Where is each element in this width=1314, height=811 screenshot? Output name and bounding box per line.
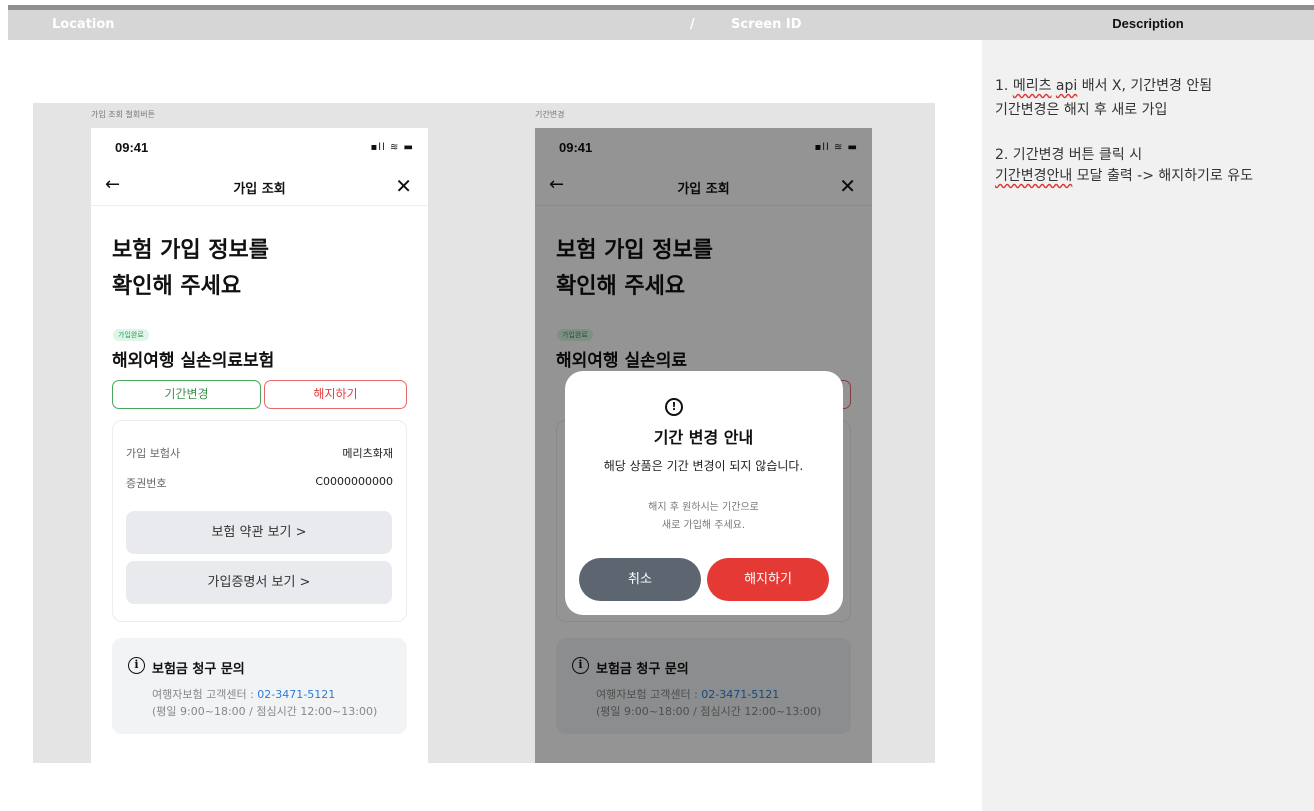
spec-page: Location / Screen ID Description 1. 메리츠 … <box>0 0 1314 811</box>
description-line-2: 기간변경은 해지 후 새로 가입 <box>995 102 1168 118</box>
modal-terminate-button[interactable]: 해지하기 <box>707 558 829 601</box>
period-change-button[interactable]: 기간변경 <box>112 380 261 409</box>
description-line-3: 2. 기간변경 버튼 클릭 시 <box>995 147 1143 163</box>
claim-info-line-2: (평일 9:00~18:00 / 점심시간 12:00~13:00) <box>152 705 378 718</box>
modal-sub-line-1: 해지 후 원하시는 기간으로 <box>648 502 759 513</box>
description-line-4: 기간변경안내 모달 출력 -> 해지하기로 유도 <box>995 168 1253 184</box>
description-line-1: 1. 메리츠 api 배서 X, 기간변경 안됨 <box>995 78 1213 94</box>
modal-title: 기간 변경 안내 <box>653 428 754 447</box>
product-name: 해외여행 실손의료보험 <box>112 351 275 371</box>
location-label: Location <box>52 17 115 32</box>
modal-description: 해당 상품은 기간 변경이 되지 않습니다. <box>603 459 804 473</box>
nav-divider <box>91 205 428 206</box>
modal-sub-line-2: 새로 가입해 주세요. <box>661 520 746 531</box>
close-icon[interactable]: ✕ <box>395 174 412 198</box>
claim-info-line-1: 여행자보험 고객센터 : 02-3471-5121 <box>152 688 336 701</box>
headline-line-2: 확인해 주세요 <box>112 274 242 299</box>
status-icons: ▪ll ≋ ▬ <box>370 142 414 153</box>
policy-number-label: 증권번호 <box>126 477 167 490</box>
view-terms-button[interactable]: 보험 약관 보기 > <box>126 511 392 554</box>
alert-icon: ! <box>665 398 683 416</box>
insurer-label: 가입 보험사 <box>126 447 181 460</box>
phone-screen-inquiry: 09:41 ▪ll ≋ ▬ ← 가입 조회 ✕ 보험 가입 정보를 확인해 주세… <box>91 128 428 763</box>
view-certificate-button[interactable]: 가입증명서 보기 > <box>126 561 392 604</box>
status-badge: 가입완료 <box>113 329 149 341</box>
description-label: Description <box>1112 16 1184 31</box>
header-slash: / <box>690 17 695 32</box>
nav-title: 가입 조회 <box>233 182 286 197</box>
header-bar-left <box>8 10 982 40</box>
claim-info-title: 보험금 청구 문의 <box>152 662 245 677</box>
caption-screen-2: 기간변경 <box>535 110 565 119</box>
info-icon: i <box>128 657 145 674</box>
insurer-value: 메리츠화재 <box>342 447 393 460</box>
phone-screen-period-change: 09:41 ▪ll ≋ ▬ ← 가입 조회 ✕ 보험 가입 정보를 확인해 주세… <box>535 128 872 763</box>
screen-id-label: Screen ID <box>731 17 802 32</box>
phone-link[interactable]: 02-3471-5121 <box>257 688 335 701</box>
headline-line-1: 보험 가입 정보를 <box>112 238 269 263</box>
caption-screen-1: 가입 조회 철회버튼 <box>91 110 155 119</box>
modal-cancel-button[interactable]: 취소 <box>579 558 701 601</box>
cancel-contract-button[interactable]: 해지하기 <box>264 380 407 409</box>
status-time: 09:41 <box>115 140 149 155</box>
policy-number-value: C0000000000 <box>315 475 393 488</box>
